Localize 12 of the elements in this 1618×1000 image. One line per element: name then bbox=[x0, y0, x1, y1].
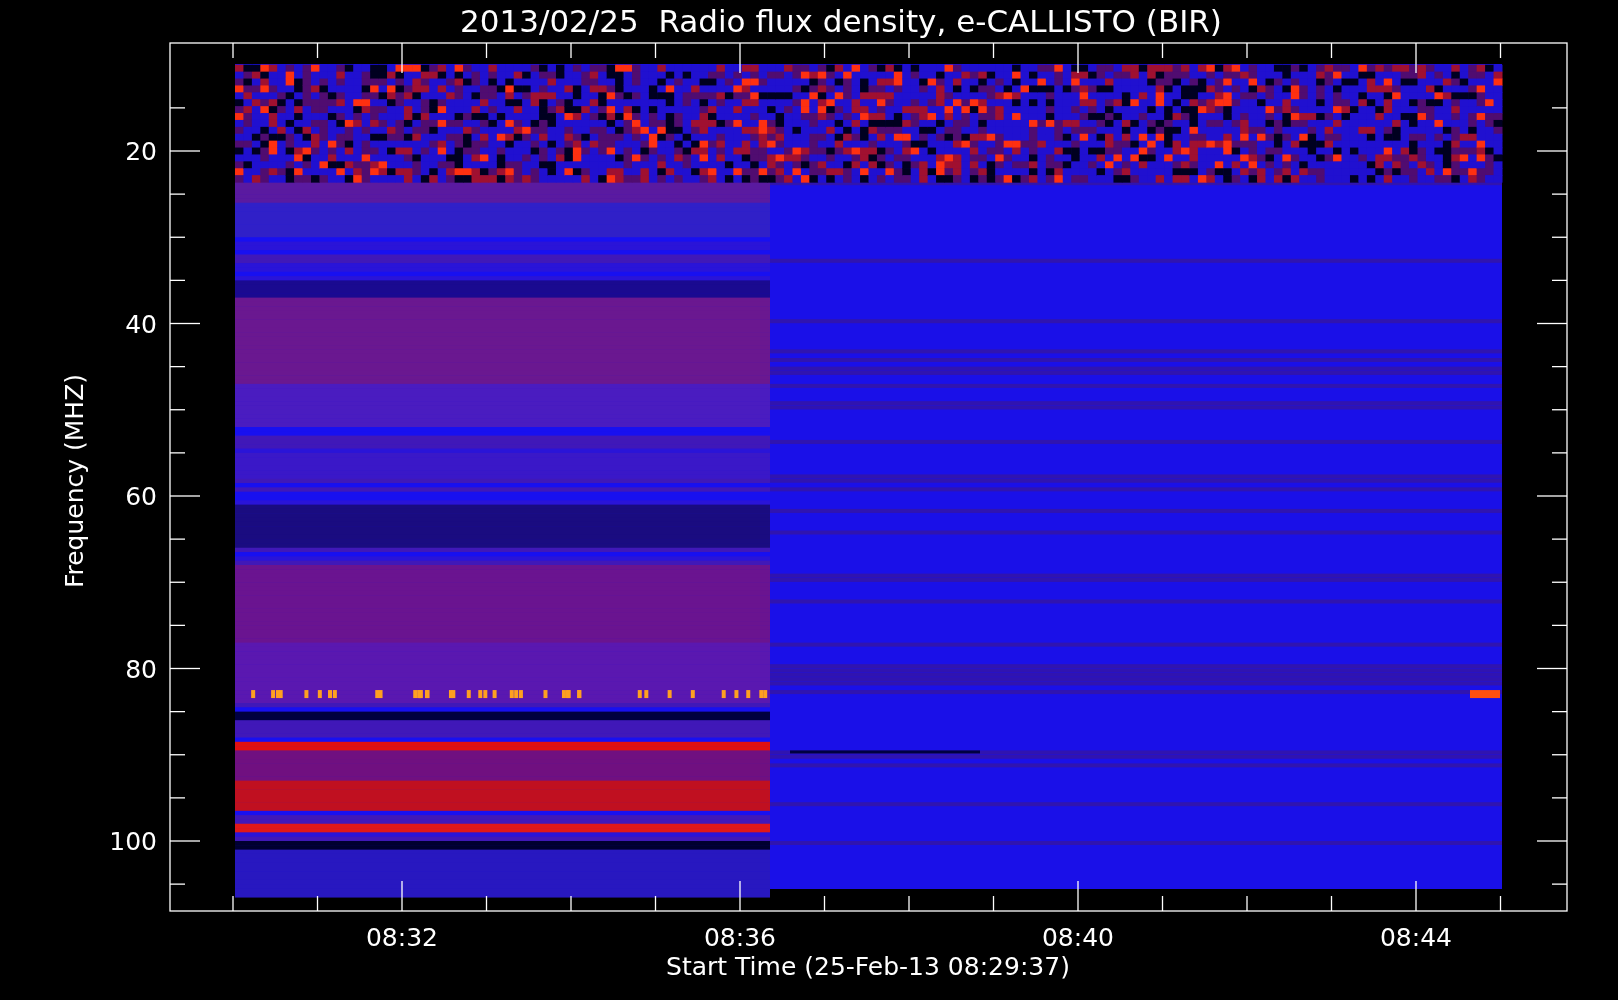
y-tick-label: 60 bbox=[125, 482, 157, 511]
y-tick-label: 40 bbox=[125, 309, 157, 339]
x-tick-label: 08:32 bbox=[366, 923, 438, 952]
x-tick-label: 08:40 bbox=[1042, 923, 1114, 952]
y-tick-label: 20 bbox=[125, 137, 157, 166]
x-axis-label: Start Time (25-Feb-13 08:29:37) bbox=[666, 952, 1070, 981]
y-tick-label: 80 bbox=[125, 654, 157, 684]
chart-title: 2013/02/25 Radio flux density, e-CALLISTO (BIR) bbox=[460, 3, 1222, 39]
x-tick-label: 08:36 bbox=[704, 923, 776, 952]
y-axis-label: Frequency (MHZ) bbox=[60, 373, 89, 589]
y-tick-label: 100 bbox=[109, 827, 157, 856]
x-tick-label: 08:44 bbox=[1380, 923, 1452, 952]
